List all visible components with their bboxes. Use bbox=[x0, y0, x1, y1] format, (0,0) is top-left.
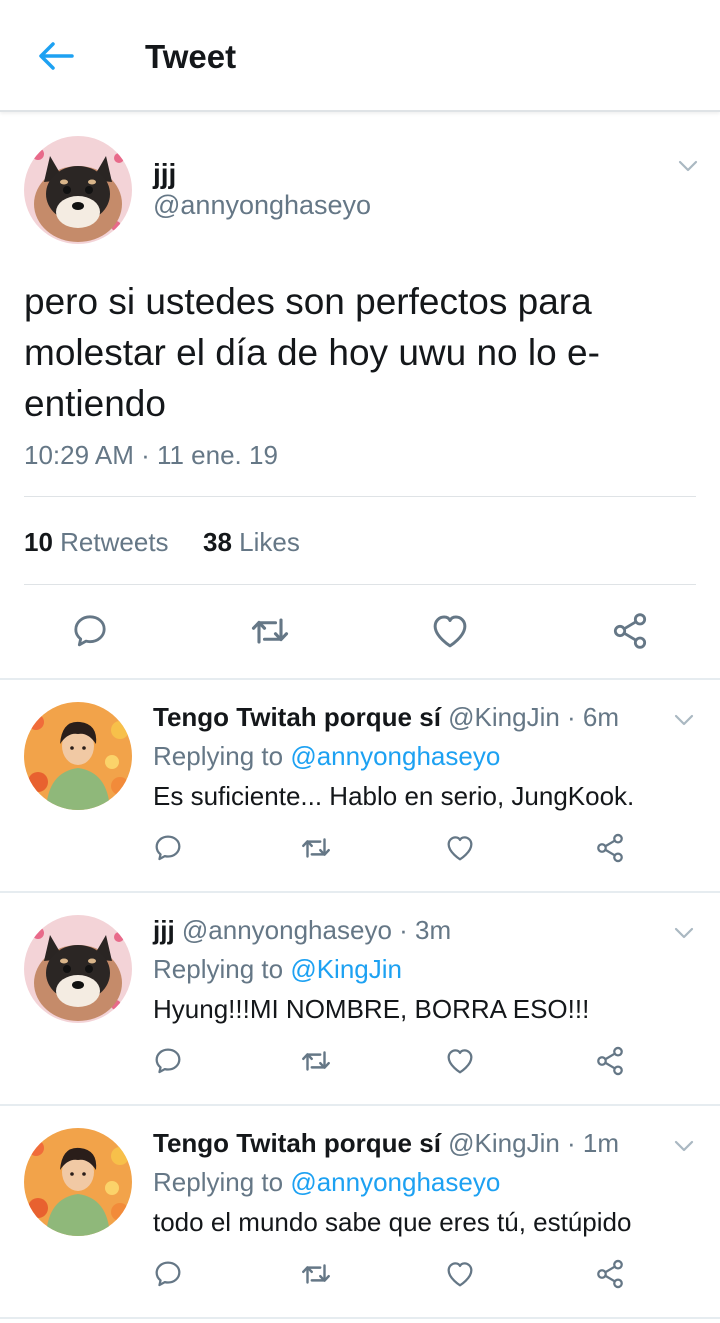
retweet-button[interactable] bbox=[294, 1039, 338, 1083]
author-name[interactable]: Tengo Twitah porque sí bbox=[153, 1128, 441, 1158]
tweet-stats: 10 Retweets 38 Likes bbox=[24, 527, 300, 558]
tweet-timestamp: 10:29 AM · 11 ene. 19 bbox=[24, 440, 278, 470]
chevron-down-icon[interactable] bbox=[672, 708, 696, 732]
avatar[interactable] bbox=[24, 1128, 132, 1236]
avatar[interactable] bbox=[24, 915, 132, 1023]
reply-header: Tengo Twitah porque sí @KingJin · 6m bbox=[153, 702, 619, 733]
reply-button[interactable] bbox=[68, 609, 112, 653]
reply-icon bbox=[152, 1045, 184, 1077]
person-avatar-image bbox=[24, 1128, 132, 1236]
replying-label: Replying to bbox=[153, 954, 284, 984]
reply-tweet[interactable]: jjj @annyonghaseyo · 3m Replying to @Kin… bbox=[0, 893, 720, 1105]
top-app-bar: Tweet bbox=[0, 0, 720, 112]
dog-avatar-image bbox=[24, 136, 132, 244]
retweets-label: Retweets bbox=[60, 527, 169, 557]
heart-icon bbox=[444, 1045, 476, 1077]
divider bbox=[24, 584, 696, 585]
retweet-button[interactable] bbox=[294, 826, 338, 870]
share-button[interactable] bbox=[588, 1252, 632, 1296]
like-button[interactable] bbox=[438, 1039, 482, 1083]
retweets-count: 10 bbox=[24, 527, 53, 557]
replying-label: Replying to bbox=[153, 1167, 284, 1197]
like-button[interactable] bbox=[438, 1252, 482, 1296]
share-button[interactable] bbox=[588, 1039, 632, 1083]
share-icon bbox=[594, 1258, 626, 1290]
avatar[interactable] bbox=[24, 136, 132, 244]
like-button[interactable] bbox=[428, 609, 472, 653]
replying-label: Replying to bbox=[153, 741, 284, 771]
like-button[interactable] bbox=[438, 826, 482, 870]
retweets-stat[interactable]: 10 Retweets bbox=[24, 527, 169, 557]
main-tweet: jjj @annyonghaseyo pero si ustedes son p… bbox=[0, 114, 720, 680]
divider bbox=[0, 1317, 720, 1319]
avatar[interactable] bbox=[24, 702, 132, 810]
reply-text: Es suficiente... Hablo en serio, JungKoo… bbox=[153, 781, 635, 811]
author-name[interactable]: jjj bbox=[153, 158, 176, 190]
author-handle[interactable]: @annyonghaseyo bbox=[153, 190, 371, 221]
back-button[interactable] bbox=[34, 36, 78, 76]
author-handle-time: @KingJin · 6m bbox=[448, 702, 620, 732]
divider bbox=[24, 496, 696, 497]
chevron-down-icon[interactable] bbox=[672, 1134, 696, 1158]
author-name[interactable]: jjj bbox=[153, 915, 175, 945]
replying-to: Replying to @annyonghaseyo bbox=[153, 741, 500, 772]
author-handle-time: @KingJin · 1m bbox=[448, 1128, 620, 1158]
person-avatar-image bbox=[24, 702, 132, 810]
heart-icon bbox=[429, 610, 471, 652]
share-icon bbox=[594, 1045, 626, 1077]
mention-link[interactable]: @KingJin bbox=[290, 954, 402, 984]
reply-icon bbox=[152, 832, 184, 864]
chevron-down-icon[interactable] bbox=[672, 921, 696, 945]
replying-to: Replying to @KingJin bbox=[153, 954, 402, 985]
author-handle-time: @annyonghaseyo · 3m bbox=[181, 915, 452, 945]
retweet-icon bbox=[248, 609, 292, 653]
reply-icon bbox=[70, 611, 110, 651]
reply-header: Tengo Twitah porque sí @KingJin · 1m bbox=[153, 1128, 619, 1159]
reply-text: todo el mundo sabe que eres tú, estúpido bbox=[153, 1207, 632, 1237]
reply-button[interactable] bbox=[146, 1252, 190, 1296]
heart-icon bbox=[444, 1258, 476, 1290]
share-icon bbox=[610, 611, 650, 651]
author-name[interactable]: Tengo Twitah porque sí bbox=[153, 702, 441, 732]
share-button[interactable] bbox=[588, 826, 632, 870]
reply-icon bbox=[152, 1258, 184, 1290]
page-title: Tweet bbox=[145, 38, 237, 75]
reply-button[interactable] bbox=[146, 826, 190, 870]
retweet-button[interactable] bbox=[294, 1252, 338, 1296]
share-icon bbox=[594, 832, 626, 864]
reply-header: jjj @annyonghaseyo · 3m bbox=[153, 915, 451, 946]
retweet-button[interactable] bbox=[248, 609, 292, 653]
reply-tweet[interactable]: Tengo Twitah porque sí @KingJin · 6m Rep… bbox=[0, 680, 720, 892]
heart-icon bbox=[444, 832, 476, 864]
arrow-left-icon bbox=[39, 42, 74, 70]
reply-button[interactable] bbox=[146, 1039, 190, 1083]
mention-link[interactable]: @annyonghaseyo bbox=[290, 1167, 500, 1197]
tweet-text: pero si ustedes son perfectos para moles… bbox=[24, 281, 600, 424]
share-button[interactable] bbox=[608, 609, 652, 653]
likes-stat[interactable]: 38 Likes bbox=[203, 527, 300, 557]
reply-text: Hyung!!!MI NOMBRE, BORRA ESO!!! bbox=[153, 994, 590, 1024]
retweet-icon bbox=[299, 831, 333, 865]
likes-count: 38 bbox=[203, 527, 232, 557]
replying-to: Replying to @annyonghaseyo bbox=[153, 1167, 500, 1198]
retweet-icon bbox=[299, 1044, 333, 1078]
retweet-icon bbox=[299, 1257, 333, 1291]
dog-avatar-image bbox=[24, 915, 132, 1023]
reply-tweet[interactable]: Tengo Twitah porque sí @KingJin · 1m Rep… bbox=[0, 1106, 720, 1318]
mention-link[interactable]: @annyonghaseyo bbox=[290, 741, 500, 771]
likes-label: Likes bbox=[239, 527, 300, 557]
chevron-down-icon[interactable] bbox=[676, 154, 700, 178]
